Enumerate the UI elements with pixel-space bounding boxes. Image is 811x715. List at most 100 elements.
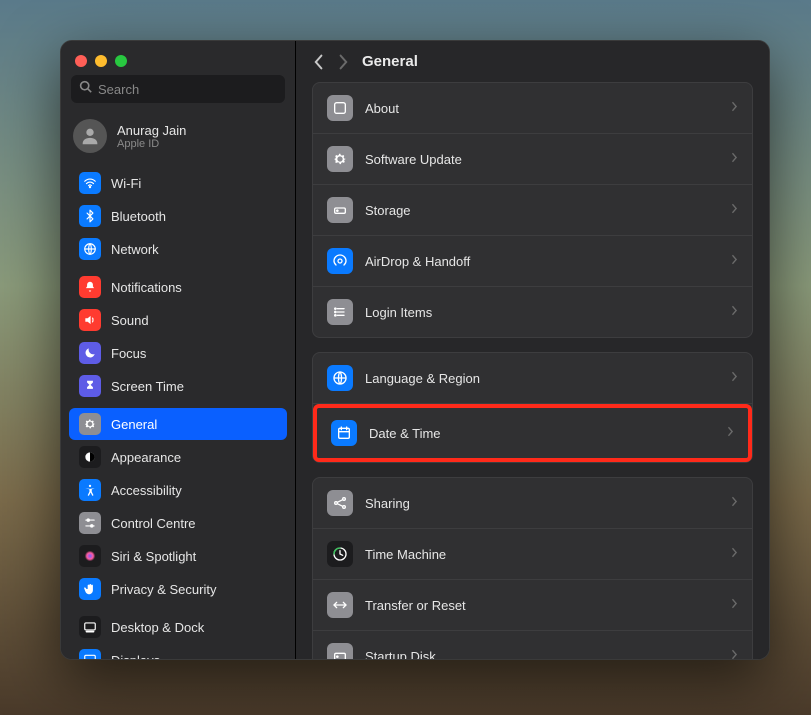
- sidebar-item-privacy[interactable]: Privacy & Security: [69, 573, 287, 605]
- close-window-button[interactable]: [75, 55, 87, 67]
- list-icon: [327, 299, 353, 325]
- sidebar-item-label: Focus: [111, 346, 146, 361]
- gear-icon: [79, 413, 101, 435]
- sidebar-item-label: Accessibility: [111, 483, 182, 498]
- siri-icon: [79, 545, 101, 567]
- chevron-right-icon: [731, 99, 738, 117]
- nav-forward-button[interactable]: [338, 54, 348, 70]
- bluetooth-icon: [79, 205, 101, 227]
- search-field[interactable]: [71, 75, 285, 103]
- sidebar-item-control-centre[interactable]: Control Centre: [69, 507, 287, 539]
- search-input[interactable]: [98, 82, 277, 97]
- sidebar-item-label: Bluetooth: [111, 209, 166, 224]
- calendar-icon: [331, 420, 357, 446]
- sidebar-item-label: Screen Time: [111, 379, 184, 394]
- sidebar-item-screen-time[interactable]: Screen Time: [69, 370, 287, 402]
- chevron-right-icon: [731, 369, 738, 387]
- chevron-right-icon: [731, 596, 738, 614]
- chevron-right-icon: [727, 424, 734, 442]
- row-startup-disk[interactable]: Startup Disk: [313, 631, 752, 659]
- user-subtitle: Apple ID: [117, 138, 186, 150]
- appearance-icon: [79, 446, 101, 468]
- sidebar-item-appearance[interactable]: Appearance: [69, 441, 287, 473]
- bell-icon: [79, 276, 101, 298]
- sidebar-item-label: Desktop & Dock: [111, 620, 204, 635]
- search-icon: [79, 80, 92, 98]
- row-label: Date & Time: [369, 426, 715, 441]
- chevron-right-icon: [731, 150, 738, 168]
- settings-panel: Sharing Time Machine Transfer or Reset Star…: [312, 477, 753, 659]
- row-software-update[interactable]: Software Update: [313, 134, 752, 185]
- row-label: Time Machine: [365, 547, 719, 562]
- content-body[interactable]: About Software Update Storage AirDrop & Han…: [296, 82, 769, 659]
- sidebar-item-notifications[interactable]: Notifications: [69, 271, 287, 303]
- info-icon: [327, 95, 353, 121]
- sidebar-item-focus[interactable]: Focus: [69, 337, 287, 369]
- sidebar-item-label: Privacy & Security: [111, 582, 216, 597]
- row-about[interactable]: About: [313, 83, 752, 134]
- transfer-icon: [327, 592, 353, 618]
- settings-window: Anurag Jain Apple ID Wi-Fi Bluetooth Netwo…: [60, 40, 770, 660]
- globe-icon: [327, 365, 353, 391]
- row-language-region[interactable]: Language & Region: [313, 353, 752, 404]
- row-sharing[interactable]: Sharing: [313, 478, 752, 529]
- sidebar-item-sound[interactable]: Sound: [69, 304, 287, 336]
- row-login-items[interactable]: Login Items: [313, 287, 752, 337]
- hand-icon: [79, 578, 101, 600]
- chevron-right-icon: [731, 647, 738, 659]
- chevron-right-icon: [731, 494, 738, 512]
- sidebar-item-displays[interactable]: Displays: [69, 644, 287, 659]
- chevron-right-icon: [731, 252, 738, 270]
- sidebar-item-label: Network: [111, 242, 159, 257]
- sidebar-item-general[interactable]: General: [69, 408, 287, 440]
- content-pane: General About Software Update Storage AirDr…: [296, 41, 769, 659]
- row-date-time[interactable]: Date & Time: [313, 404, 752, 462]
- timemachine-icon: [327, 541, 353, 567]
- sidebar-item-label: Siri & Spotlight: [111, 549, 196, 564]
- hourglass-icon: [79, 375, 101, 397]
- dock-icon: [79, 616, 101, 638]
- switches-icon: [79, 512, 101, 534]
- row-label: About: [365, 101, 719, 116]
- gear-icon: [327, 146, 353, 172]
- row-label: Startup Disk: [365, 649, 719, 660]
- sidebar-item-desktop-dock[interactable]: Desktop & Dock: [69, 611, 287, 643]
- sidebar-item-label: Appearance: [111, 450, 181, 465]
- accessibility-icon: [79, 479, 101, 501]
- row-time-machine[interactable]: Time Machine: [313, 529, 752, 580]
- network-icon: [79, 238, 101, 260]
- row-label: AirDrop & Handoff: [365, 254, 719, 269]
- sidebar-item-bluetooth[interactable]: Bluetooth: [69, 200, 287, 232]
- moon-icon: [79, 342, 101, 364]
- storage-icon: [327, 197, 353, 223]
- row-label: Language & Region: [365, 371, 719, 386]
- sidebar-list[interactable]: Wi-Fi Bluetooth Network Notifications Sound F…: [61, 161, 295, 659]
- display-icon: [79, 649, 101, 659]
- window-controls: [61, 41, 295, 75]
- sidebar: Anurag Jain Apple ID Wi-Fi Bluetooth Netwo…: [61, 41, 296, 659]
- titlebar: General: [296, 41, 769, 82]
- sidebar-item-network[interactable]: Network: [69, 233, 287, 265]
- chevron-right-icon: [731, 545, 738, 563]
- airdrop-icon: [327, 248, 353, 274]
- row-label: Software Update: [365, 152, 719, 167]
- nav-back-button[interactable]: [314, 54, 324, 70]
- sidebar-item-label: General: [111, 417, 157, 432]
- apple-id-row[interactable]: Anurag Jain Apple ID: [61, 111, 295, 161]
- row-transfer-reset[interactable]: Transfer or Reset: [313, 580, 752, 631]
- sidebar-item-wifi[interactable]: Wi-Fi: [69, 167, 287, 199]
- row-label: Sharing: [365, 496, 719, 511]
- sidebar-item-label: Notifications: [111, 280, 182, 295]
- sidebar-item-accessibility[interactable]: Accessibility: [69, 474, 287, 506]
- row-label: Transfer or Reset: [365, 598, 719, 613]
- user-name: Anurag Jain: [117, 123, 186, 138]
- avatar: [73, 119, 107, 153]
- minimize-window-button[interactable]: [95, 55, 107, 67]
- sidebar-item-label: Control Centre: [111, 516, 196, 531]
- row-airdrop[interactable]: AirDrop & Handoff: [313, 236, 752, 287]
- sidebar-item-label: Wi-Fi: [111, 176, 141, 191]
- row-storage[interactable]: Storage: [313, 185, 752, 236]
- sidebar-item-siri[interactable]: Siri & Spotlight: [69, 540, 287, 572]
- fullscreen-window-button[interactable]: [115, 55, 127, 67]
- row-label: Login Items: [365, 305, 719, 320]
